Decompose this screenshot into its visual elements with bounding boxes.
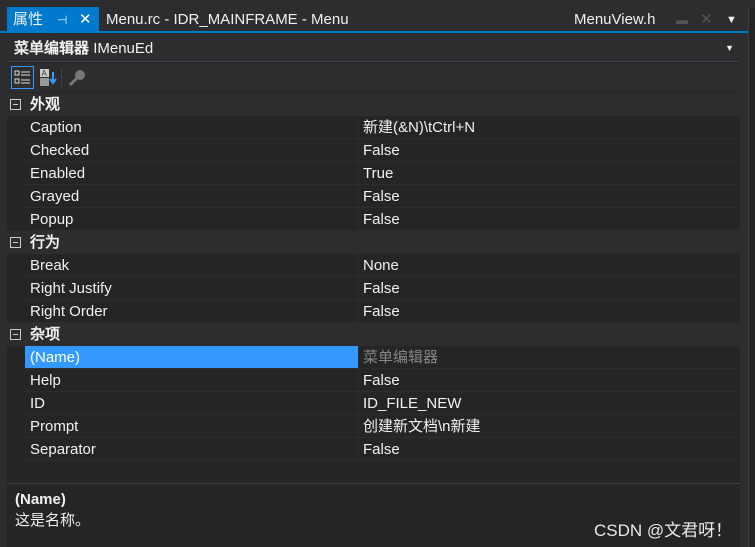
property-value[interactable]: False bbox=[360, 369, 400, 392]
svg-text:A: A bbox=[42, 69, 48, 78]
property-name: Break bbox=[25, 254, 359, 276]
property-pages-button[interactable] bbox=[65, 66, 88, 89]
property-value[interactable]: 创建新文档\n新建 bbox=[360, 415, 481, 438]
property-value[interactable]: False bbox=[360, 277, 400, 300]
property-row[interactable]: Enabled True bbox=[25, 162, 740, 185]
property-value[interactable]: 菜单编辑器 bbox=[360, 346, 438, 369]
tab-label: 属性 bbox=[13, 11, 44, 28]
property-name: Checked bbox=[25, 139, 359, 161]
property-grid: 外观 Caption 新建(&N)\tCtrl+N Checked False En… bbox=[7, 93, 740, 461]
property-row[interactable]: ID ID_FILE_NEW bbox=[25, 392, 740, 415]
property-name: ID bbox=[25, 392, 359, 414]
property-value[interactable]: False bbox=[360, 139, 400, 162]
property-row[interactable]: Prompt 创建新文档\n新建 bbox=[25, 415, 740, 438]
tab-menu-document[interactable]: Menu.rc - IDR_MAINFRAME - Menu bbox=[106, 7, 349, 33]
property-row-selected[interactable]: (Name) 菜单编辑器 bbox=[25, 346, 740, 369]
property-row[interactable]: Break None bbox=[25, 254, 740, 277]
property-name: Right Order bbox=[25, 300, 359, 322]
categorized-icon bbox=[14, 70, 30, 84]
tab-menuview[interactable]: MenuView.h bbox=[574, 7, 655, 33]
property-row[interactable]: Separator False bbox=[25, 438, 740, 461]
alphabetical-button[interactable]: A bbox=[37, 66, 60, 89]
category-label: 杂项 bbox=[30, 326, 61, 343]
close-icon[interactable]: ✕ bbox=[700, 7, 713, 33]
categorized-button[interactable] bbox=[11, 66, 34, 89]
property-row[interactable]: Help False bbox=[25, 369, 740, 392]
property-value[interactable]: False bbox=[360, 185, 400, 208]
tab-bar: 属性 ⊣ ✕ Menu.rc - IDR_MAINFRAME - Menu Menu… bbox=[0, 0, 755, 33]
category-misc[interactable]: 杂项 bbox=[7, 323, 740, 346]
property-name: Grayed bbox=[25, 185, 359, 207]
pin-icon[interactable]: ▬ bbox=[676, 7, 688, 33]
property-value[interactable]: False bbox=[360, 300, 400, 323]
property-name: Caption bbox=[25, 116, 359, 138]
property-value[interactable]: ID_FILE_NEW bbox=[360, 392, 461, 415]
property-name: Prompt bbox=[25, 415, 359, 437]
category-label: 行为 bbox=[30, 234, 61, 251]
object-selector[interactable]: 菜单编辑器 IMenuEd ▼ bbox=[7, 35, 740, 62]
property-value[interactable]: False bbox=[360, 438, 400, 461]
property-value[interactable]: False bbox=[360, 208, 400, 231]
property-name: Right Justify bbox=[25, 277, 359, 299]
description-title: (Name) bbox=[15, 491, 66, 508]
property-name: Separator bbox=[25, 438, 359, 460]
collapse-icon[interactable] bbox=[10, 237, 21, 248]
property-row[interactable]: Caption 新建(&N)\tCtrl+N bbox=[25, 116, 740, 139]
chevron-down-icon[interactable]: ▼ bbox=[725, 35, 734, 62]
property-row[interactable]: Checked False bbox=[25, 139, 740, 162]
property-value[interactable]: None bbox=[360, 254, 399, 277]
category-label: 外观 bbox=[30, 96, 61, 113]
close-icon[interactable]: ✕ bbox=[79, 7, 92, 33]
category-behavior[interactable]: 行为 bbox=[7, 231, 740, 254]
chevron-down-icon[interactable]: ▼ bbox=[726, 7, 737, 33]
property-row[interactable]: Grayed False bbox=[25, 185, 740, 208]
property-row[interactable]: Popup False bbox=[25, 208, 740, 231]
property-name: Enabled bbox=[25, 162, 359, 184]
object-name: IMenuEd bbox=[93, 40, 154, 57]
properties-panel: 菜单编辑器 IMenuEd ▼ A 外观 Caption 新建(&N)\tCtrl+… bbox=[7, 35, 740, 547]
property-value[interactable]: 新建(&N)\tCtrl+N bbox=[360, 116, 475, 139]
pin-icon[interactable]: ⊣ bbox=[57, 7, 67, 33]
watermark: CSDN @文君呀！ bbox=[594, 521, 733, 540]
collapse-icon[interactable] bbox=[10, 329, 21, 340]
sort-alphabetical-icon: A bbox=[40, 69, 57, 86]
property-name: Help bbox=[25, 369, 359, 391]
collapse-icon[interactable] bbox=[10, 99, 21, 110]
category-appearance[interactable]: 外观 bbox=[7, 93, 740, 116]
property-row[interactable]: Right Justify False bbox=[25, 277, 740, 300]
properties-toolbar: A bbox=[7, 63, 740, 92]
object-type: 菜单编辑器 bbox=[14, 40, 90, 57]
adjacent-panel bbox=[748, 8, 755, 547]
toolbar-separator bbox=[61, 68, 62, 88]
property-name: Popup bbox=[25, 208, 359, 230]
property-row[interactable]: Right Order False bbox=[25, 300, 740, 323]
tab-properties[interactable]: 属性 ⊣ ✕ bbox=[7, 7, 99, 33]
property-value[interactable]: True bbox=[360, 162, 393, 185]
property-name: (Name) bbox=[25, 346, 359, 368]
key-icon bbox=[68, 69, 85, 86]
